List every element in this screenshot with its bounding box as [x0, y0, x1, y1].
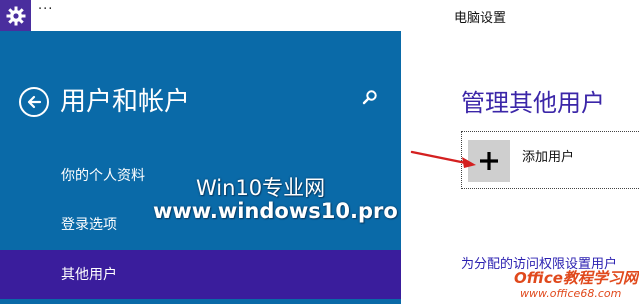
app-icon[interactable]	[0, 0, 31, 31]
window-title: 电脑设置	[454, 11, 507, 26]
watermark-line-1: Win10专业网	[196, 176, 326, 200]
search-icon[interactable]	[362, 89, 378, 105]
corner-watermark: Office教程学习网 www.office68.com	[514, 264, 639, 304]
page-title: 用户和帐户	[60, 87, 191, 117]
title-bar: ··· 电脑设置	[0, 0, 639, 31]
annotation-arrow	[410, 150, 476, 168]
corner-watermark-url: www.office68.com	[520, 287, 622, 300]
window-menu-button[interactable]: ···	[38, 2, 53, 17]
left-navigation-pane: 用户和帐户 你的个人资料 登录选项 其他用户	[0, 31, 401, 304]
add-user-label: 添加用户	[522, 150, 575, 165]
watermark-line-2: www.windows10.pro	[153, 199, 398, 223]
back-button[interactable]	[19, 87, 49, 117]
nav-item-label: 登录选项	[61, 217, 117, 233]
add-user-button[interactable]: 添加用户	[461, 131, 639, 189]
nav-item-other-users[interactable]: 其他用户	[0, 250, 401, 299]
gear-icon	[6, 6, 25, 25]
nav-item-label: 其他用户	[61, 267, 117, 283]
section-title: 管理其他用户	[461, 89, 605, 117]
nav-item-label: 你的个人资料	[61, 168, 145, 184]
corner-watermark-title: Office教程学习网	[514, 269, 638, 287]
back-arrow-icon	[27, 95, 42, 109]
pc-settings-window: ··· 电脑设置 用户和帐户 你的个人资料 登录选项 其他用户 Win10专业网…	[0, 0, 639, 304]
